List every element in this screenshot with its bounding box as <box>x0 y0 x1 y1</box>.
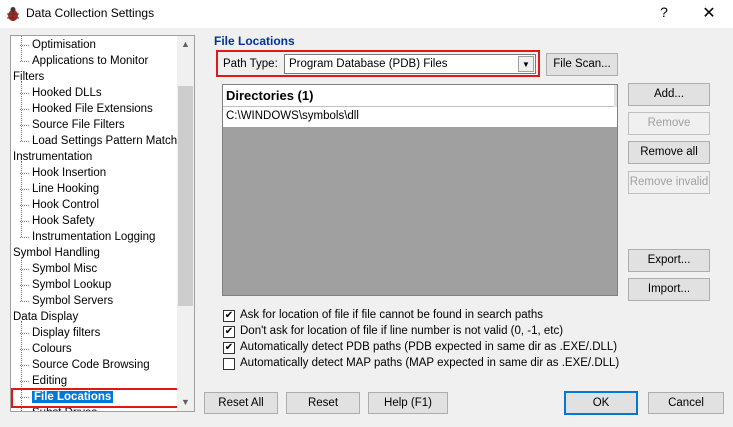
window-title: Data Collection Settings <box>26 6 155 20</box>
add-button[interactable]: Add... <box>628 83 710 106</box>
tree-item[interactable]: Symbol Misc <box>19 261 98 277</box>
remove-invalid-button[interactable]: Remove invalid <box>628 171 710 194</box>
tree-item[interactable]: Instrumentation Logging <box>19 229 156 245</box>
tree-item[interactable]: Hook Control <box>19 197 100 213</box>
tree-item-label: Source Code Browsing <box>32 359 150 371</box>
tree-item[interactable]: Symbol Servers <box>19 293 114 309</box>
bug-app-icon <box>7 7 19 21</box>
tree-item-label: Hook Safety <box>32 215 95 227</box>
directory-path: C:\WINDOWS\symbols\dll <box>226 110 359 122</box>
scroll-down-arrow-icon[interactable]: ▼ <box>177 394 194 411</box>
directories-header: Directories (1) <box>223 85 617 107</box>
title-bar: Data Collection Settings ? ✕ <box>0 0 733 28</box>
option-checkbox-row[interactable]: ✔ Automatically detect PDB paths (PDB exp… <box>222 340 622 356</box>
directories-list[interactable]: Directories (1) C:\WINDOWS\symbols\dll <box>222 84 618 296</box>
tree-item-label: Editing <box>32 375 68 387</box>
tree-scrollbar[interactable]: ▲ ▼ <box>177 36 194 411</box>
tree-connector <box>21 161 22 237</box>
close-button[interactable]: ✕ <box>695 3 723 25</box>
header-edge <box>614 85 617 107</box>
help-title-button[interactable]: ? <box>650 4 678 24</box>
tree-item-label: Hook Insertion <box>32 167 107 179</box>
tree-item[interactable]: Editing <box>19 373 68 389</box>
option-checkbox-row[interactable]: ✔ Don't ask for location of file if line … <box>222 324 622 340</box>
settings-tree[interactable]: Optimisation Applications to Monitor Filte… <box>10 35 195 412</box>
tree-item-label: Hook Control <box>32 199 100 211</box>
reset-all-button[interactable]: Reset All <box>204 392 278 414</box>
tree-connector <box>21 257 22 301</box>
tree-item-label: Optimisation <box>32 39 96 51</box>
tree-item[interactable]: Source Code Browsing <box>20 357 150 373</box>
tree-item[interactable]: Hook Safety <box>20 213 95 229</box>
tree-item[interactable]: Colours <box>20 341 72 357</box>
help-button[interactable]: Help (F1) <box>368 392 448 414</box>
tree-connector <box>21 36 22 61</box>
path-type-value: Program Database (PDB) Files <box>289 58 448 70</box>
tree-item[interactable]: Load Settings Pattern Match <box>19 133 178 149</box>
chevron-down-icon[interactable]: ▼ <box>518 56 534 72</box>
remove-all-button[interactable]: Remove all <box>628 141 710 164</box>
tree-item[interactable]: Applications to Monitor <box>19 53 149 69</box>
tree-group[interactable]: Data Display <box>13 309 78 325</box>
ok-button[interactable]: OK <box>564 391 638 415</box>
tree-item-label: Symbol Servers <box>32 295 114 307</box>
tree-item[interactable]: Optimisation <box>20 37 96 53</box>
tree-item-label: Instrumentation Logging <box>32 231 156 243</box>
tree-connector <box>21 81 22 141</box>
tree-item[interactable]: Hook Insertion <box>19 165 107 181</box>
option-checkbox-row[interactable]: Automatically detect MAP paths (MAP expe… <box>222 356 622 372</box>
tree-item-label: Instrumentation <box>13 151 93 163</box>
tree-item-label: Load Settings Pattern Match <box>32 135 178 147</box>
checkbox-unchecked[interactable] <box>223 358 235 370</box>
tree-group[interactable]: Instrumentation <box>13 149 92 165</box>
tree-item[interactable]: Line Hooking <box>19 181 100 197</box>
tree-item-label: Applications to Monitor <box>32 55 149 67</box>
file-scan-button[interactable]: File Scan... <box>546 53 618 76</box>
import-button[interactable]: Import... <box>628 278 710 301</box>
option-label: Automatically detect PDB paths (PDB expe… <box>240 341 618 353</box>
tree-group[interactable]: Filters <box>13 69 44 85</box>
tree-item-label: Colours <box>32 343 72 355</box>
tree-item-label: Hooked DLLs <box>32 87 102 99</box>
checkbox-checked[interactable]: ✔ <box>223 326 235 338</box>
tree-item[interactable]: Hooked DLLs <box>20 85 102 101</box>
option-checkbox-row[interactable]: ✔ Ask for location of file if file cannot… <box>222 308 622 324</box>
reset-button[interactable]: Reset <box>286 392 360 414</box>
tree-item-label: Symbol Lookup <box>32 279 112 291</box>
option-label: Automatically detect MAP paths (MAP expe… <box>240 357 620 369</box>
tree-item-label: Line Hooking <box>32 183 100 195</box>
tree-item-label: Filters <box>13 71 45 83</box>
tree-item-label: Display filters <box>32 327 101 339</box>
tree-item[interactable]: Display filters <box>19 325 101 341</box>
checkbox-checked[interactable]: ✔ <box>223 310 235 322</box>
tree-item-label: Source File Filters <box>32 119 125 131</box>
export-button[interactable]: Export... <box>628 249 710 272</box>
list-item[interactable]: C:\WINDOWS\symbols\dll <box>223 107 617 127</box>
tree-item-label: Data Display <box>13 311 79 323</box>
section-title: File Locations <box>214 34 295 48</box>
directories-header-text: Directories (1) <box>226 88 314 103</box>
tree-item[interactable]: Hooked File Extensions <box>20 101 153 117</box>
selected-item-highlight <box>11 388 180 408</box>
path-type-dropdown[interactable]: Program Database (PDB) Files ▼ <box>284 54 536 74</box>
tree-item-label: Symbol Misc <box>32 263 98 275</box>
remove-button[interactable]: Remove <box>628 112 710 135</box>
tree-item[interactable]: Symbol Lookup <box>19 277 112 293</box>
tree-item-label: Hooked File Extensions <box>32 103 153 115</box>
option-label: Don't ask for location of file if line n… <box>240 325 564 337</box>
option-label: Ask for location of file if file cannot … <box>240 309 544 321</box>
checkbox-checked[interactable]: ✔ <box>223 342 235 354</box>
scroll-thumb[interactable] <box>178 86 193 306</box>
cancel-button[interactable]: Cancel <box>648 392 724 414</box>
tree-item-label: Symbol Handling <box>13 247 100 259</box>
path-type-label: Path Type: <box>223 58 278 70</box>
tree-item[interactable]: Source File Filters <box>20 117 125 133</box>
scroll-up-arrow-icon[interactable]: ▲ <box>177 36 194 53</box>
tree-group[interactable]: Symbol Handling <box>13 245 100 261</box>
